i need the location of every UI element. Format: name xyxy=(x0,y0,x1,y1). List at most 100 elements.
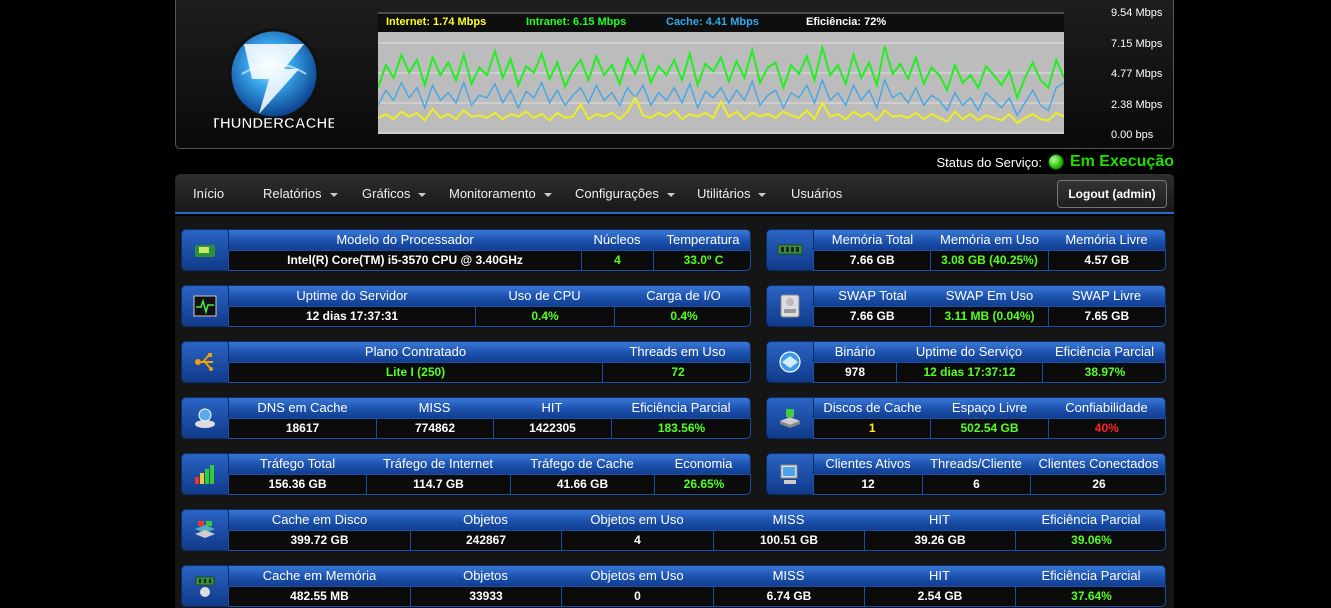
total-traffic-value: 156.36 GB xyxy=(268,477,327,491)
y-tick-label: 4.77 Mbps xyxy=(1111,68,1163,80)
disk-stack-icon xyxy=(181,509,229,551)
activity-monitor-icon xyxy=(181,285,229,327)
disk-hit-value: 39.26 GB xyxy=(864,531,1015,550)
memory-free-value: 4.57 GB xyxy=(1047,251,1165,270)
y-tick-label: 7.15 Mbps xyxy=(1111,38,1163,50)
legend-cache: Cache: 4.41 Mbps xyxy=(666,16,759,28)
bar-chart-icon xyxy=(181,453,229,495)
status-indicator-icon xyxy=(1047,154,1064,170)
reliability-value: 40% xyxy=(1047,419,1165,438)
dns-miss-value: 774862 xyxy=(376,419,493,438)
card-binary: Binário Uptime do Serviço Eficiência Par… xyxy=(766,341,1166,383)
col-header: HIT xyxy=(541,400,563,415)
chevron-down-icon xyxy=(666,192,675,197)
card-dns: DNS em Cache MISS HIT Eficiência Parcial… xyxy=(181,397,751,439)
col-header: MISS xyxy=(772,568,805,583)
svg-text:THUNDERCACHE: THUNDERCACHE xyxy=(214,115,334,132)
nav-graficos[interactable]: Gráficos xyxy=(362,186,427,201)
swap-used-value: 3.11 MB (0.04%) xyxy=(930,307,1047,326)
col-header: Confiabilidade xyxy=(1065,400,1148,415)
cores-value: 4 xyxy=(581,251,653,270)
y-tick-label: 2.38 Mbps xyxy=(1111,99,1163,111)
card-processor: Modelo do Processador Núcleos Temperatur… xyxy=(181,229,751,271)
col-header: HIT xyxy=(929,512,950,527)
col-header: Memória Livre xyxy=(1065,232,1148,247)
card-disks: Discos de Cache Espaço Livre Confiabilid… xyxy=(766,397,1166,439)
legend-efficiency: Eficiência: 72% xyxy=(806,16,887,28)
col-header: DNS em Cache xyxy=(257,400,348,415)
memory-used-value: 3.08 GB (40.25%) xyxy=(930,251,1047,270)
col-header: HIT xyxy=(929,568,950,583)
col-header: Threads/Cliente xyxy=(930,456,1022,471)
disk-objects-value: 242867 xyxy=(410,531,561,550)
col-header: Eficiência Parcial xyxy=(1055,344,1154,359)
nav-label: Gráficos xyxy=(362,186,411,201)
hard-drive-icon xyxy=(766,285,814,327)
nav-label: Monitoramento xyxy=(449,186,536,201)
col-header: MISS xyxy=(772,512,805,527)
col-header: Uptime do Servidor xyxy=(296,288,408,303)
col-header: Tráfego de Cache xyxy=(530,456,634,471)
io-load-value: 0.4% xyxy=(614,307,753,326)
col-header: Núcleos xyxy=(593,232,641,247)
card-disk-cache: Cache em Disco Objetos Objetos em Uso MI… xyxy=(181,509,1166,551)
savings-value: 26.65% xyxy=(654,475,753,494)
nav-utilitarios[interactable]: Utilitários xyxy=(697,186,767,201)
status-label: Status do Serviço: xyxy=(936,154,1042,170)
legend-intranet: Intranet: 6.15 Mbps xyxy=(526,16,627,28)
card-uptime: Uptime do Servidor Uso de CPU Carga de I… xyxy=(181,285,751,327)
nav-monitoramento[interactable]: Monitoramento xyxy=(449,186,552,201)
card-plan: Plano Contratado Threads em Uso Lite I (… xyxy=(181,341,751,383)
col-header: Cache em Disco xyxy=(271,512,368,527)
col-header: Clientes Conectados xyxy=(1038,456,1159,471)
col-header: Objetos xyxy=(463,512,508,527)
cache-disks-value: 1 xyxy=(868,421,876,435)
cache-traffic-value: 41.66 GB xyxy=(510,475,654,494)
free-space-value: 502.54 GB xyxy=(930,419,1047,438)
memory-miss-value: 6.74 GB xyxy=(713,587,864,606)
dns-efficiency-value: 183.56% xyxy=(611,419,751,438)
plan-value: Lite I (250) xyxy=(385,365,446,379)
temperature-value: 33.0º C xyxy=(653,251,753,270)
nav-configuracoes[interactable]: Configurações xyxy=(575,186,675,201)
disk-cache-size-value: 399.72 GB xyxy=(290,533,349,547)
col-header: Eficiência Parcial xyxy=(631,400,731,415)
dashboard-content: Modelo do Processador Núcleos Temperatur… xyxy=(175,216,1174,608)
traffic-graph-panel: THUNDERCACHE Internet: 1.74 Mbps Intrane… xyxy=(175,0,1174,149)
chevron-down-icon xyxy=(418,192,427,197)
col-header: Clientes Ativos xyxy=(825,456,911,471)
logout-button[interactable]: Logout (admin) xyxy=(1057,180,1167,208)
col-header: Memória Total xyxy=(831,232,914,247)
col-header: Economia xyxy=(674,456,733,471)
chevron-down-icon xyxy=(329,192,338,197)
col-header: Objetos em Uso xyxy=(590,512,684,527)
memory-hit-value: 2.54 GB xyxy=(864,587,1015,606)
nav-relatorios[interactable]: Relatórios xyxy=(263,186,338,201)
col-header: Tráfego Total xyxy=(259,456,336,471)
col-header: Plano Contratado xyxy=(364,344,467,359)
nav-label: Configurações xyxy=(575,186,659,201)
disk-miss-value: 100.51 GB xyxy=(713,531,864,550)
partial-efficiency-value: 38.97% xyxy=(1042,363,1167,382)
col-header: SWAP Total xyxy=(838,288,907,303)
card-traffic: Tráfego Total Tráfego de Internet Tráfeg… xyxy=(181,453,751,495)
memory-cache-size-value: 482.55 MB xyxy=(290,589,349,603)
connected-clients-value: 26 xyxy=(1030,475,1167,494)
memory-objects-value: 33933 xyxy=(410,587,561,606)
processor-model-value: Intel(R) Core(TM) i5-3570 CPU @ 3.40GHz xyxy=(287,253,523,267)
nav-usuarios[interactable]: Usuários xyxy=(791,186,842,201)
col-header: Uso de CPU xyxy=(508,288,581,303)
server-uptime-value: 12 dias 17:37:31 xyxy=(305,309,399,323)
disk-efficiency-value: 39.06% xyxy=(1015,531,1167,550)
chart-canvas xyxy=(378,12,1064,134)
disk-objects-in-use-value: 4 xyxy=(561,531,713,550)
nav-inicio[interactable]: Início xyxy=(193,186,224,201)
thundercache-logo: THUNDERCACHE xyxy=(214,28,334,132)
y-tick-label: 9.54 Mbps xyxy=(1111,7,1163,19)
memory-efficiency-value: 37.64% xyxy=(1015,587,1167,606)
memory-objects-in-use-value: 0 xyxy=(561,587,713,606)
col-header: Uptime do Serviço xyxy=(915,344,1023,359)
col-header: Threads em Uso xyxy=(629,344,726,359)
col-header: SWAP Livre xyxy=(1071,288,1142,303)
swap-total-value: 7.66 GB xyxy=(849,309,895,323)
